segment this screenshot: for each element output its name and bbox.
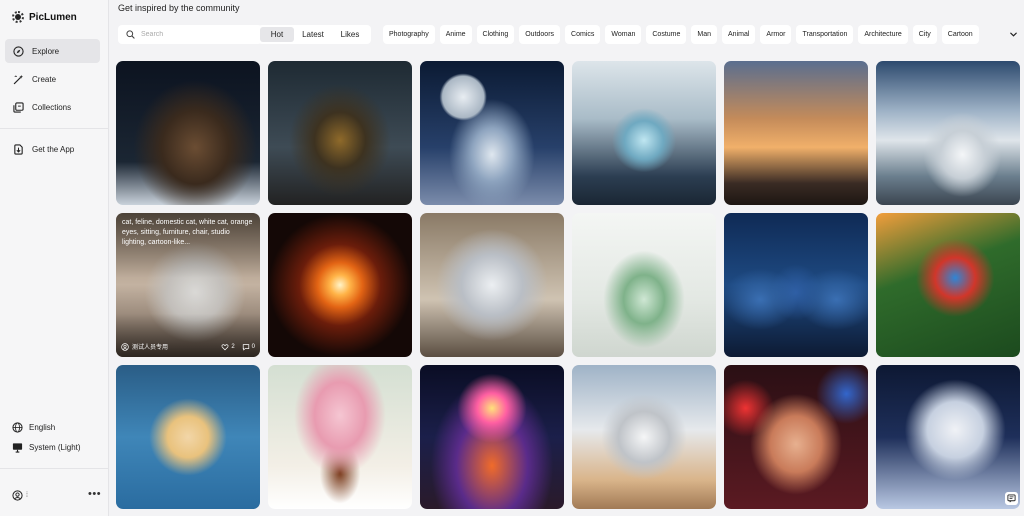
sidebar-divider: [0, 468, 108, 469]
gallery-image-anime-girl-butterflies[interactable]: [116, 365, 260, 509]
tab-hot[interactable]: Hot: [260, 27, 294, 42]
tab-likes[interactable]: Likes: [332, 27, 368, 42]
compass-icon: [13, 45, 24, 57]
tag-outdoors[interactable]: Outdoors: [519, 25, 561, 44]
tag-transportation[interactable]: Transportation: [796, 25, 854, 44]
feedback-icon: [1007, 494, 1016, 503]
brand-name: PicLumen: [29, 11, 77, 23]
tag-cartoon[interactable]: Cartoon: [941, 25, 979, 44]
card-prompt-text: cat, feline, domestic cat, white cat, or…: [122, 219, 253, 246]
tag-architecture[interactable]: Architecture: [858, 25, 908, 44]
card-like-count: 2: [231, 343, 235, 350]
globe-icon: [12, 422, 23, 433]
sidebar-item-label: Create: [32, 74, 57, 84]
gallery-image-parrot[interactable]: [876, 213, 1020, 357]
heart-icon: [221, 343, 229, 350]
gallery-image-eiffel-tower[interactable]: [724, 61, 868, 205]
tag-costume[interactable]: Costume: [646, 25, 687, 44]
gallery-image-violin-flowers[interactable]: [268, 365, 412, 509]
sidebar-item-explore[interactable]: Explore: [5, 39, 100, 63]
monitor-icon: [12, 443, 23, 453]
language-selector[interactable]: English: [12, 422, 55, 433]
tag-animal[interactable]: Animal: [722, 25, 756, 44]
tag-city[interactable]: City: [912, 25, 937, 44]
gallery-image-reindeer[interactable]: [116, 61, 260, 205]
tag-armor[interactable]: Armor: [760, 25, 792, 44]
gallery-image-astronauts[interactable]: [724, 213, 868, 357]
gallery-image-woman-portrait[interactable]: [724, 365, 868, 509]
gallery-image-lab-sphere[interactable]: [572, 61, 716, 205]
image-gallery: cat, feline, domestic cat, white cat, or…: [116, 61, 1020, 509]
language-label: English: [29, 423, 56, 432]
user-avatar-icon: [12, 490, 23, 501]
collections-icon: [13, 101, 24, 113]
chevron-updown-icon: ⁞: [26, 492, 28, 499]
sidebar-divider: [0, 128, 108, 129]
sidebar-item-label: Explore: [32, 46, 60, 56]
search-icon: [126, 30, 135, 39]
sidebar-item-label: Get the App: [32, 144, 75, 154]
sort-tabs: Hot Latest Likes: [258, 25, 371, 44]
chevron-down-icon: [1009, 32, 1017, 37]
gallery-image-moon-woman[interactable]: [420, 61, 564, 205]
main-content: Get inspired by the community Hot Latest…: [110, 0, 1024, 516]
more-options-button[interactable]: •••: [88, 489, 101, 500]
gallery-image-white-cat[interactable]: cat, feline, domestic cat, white cat, or…: [116, 213, 260, 357]
gallery-image-armored-figure[interactable]: [572, 365, 716, 509]
page-title: Get inspired by the community: [118, 3, 240, 13]
tag-comics[interactable]: Comics: [565, 25, 601, 44]
feedback-button[interactable]: [1005, 492, 1018, 505]
account-menu[interactable]: ⁞: [12, 490, 28, 501]
wand-icon: [13, 74, 24, 84]
tag-man[interactable]: Man: [691, 25, 718, 44]
sidebar-item-create[interactable]: Create: [5, 67, 100, 91]
sidebar-item-get-the-app[interactable]: Get the App: [5, 137, 100, 161]
tag-clothing[interactable]: Clothing: [476, 25, 515, 44]
card-author-name: 测试人员专用: [132, 345, 169, 351]
card-comment-count: 0: [251, 343, 255, 350]
gallery-image-gundam-robot[interactable]: [420, 213, 564, 357]
card-like-button[interactable]: 2: [221, 343, 235, 351]
card-author[interactable]: 测试人员专用: [121, 342, 214, 351]
sidebar: PicLumen Explore Create Collections Get …: [0, 0, 109, 516]
card-meta: 测试人员专用 2 0: [121, 342, 255, 351]
gallery-image-terrarium[interactable]: [572, 213, 716, 357]
gallery-image-elf-princess[interactable]: [876, 365, 1020, 509]
tag-anime[interactable]: Anime: [439, 25, 472, 44]
user-avatar-icon: [121, 342, 129, 351]
tag-photography[interactable]: Photography: [383, 25, 435, 44]
card-comment-button[interactable]: 0: [242, 343, 255, 351]
expand-tags-button[interactable]: [1004, 25, 1022, 44]
piclumen-logo-icon: [12, 11, 24, 23]
brand[interactable]: PicLumen: [12, 9, 77, 25]
gallery-image-fireworks[interactable]: [420, 365, 564, 509]
gallery-image-robot-dog[interactable]: [268, 61, 412, 205]
download-app-icon: [14, 143, 23, 155]
tab-latest[interactable]: Latest: [294, 27, 332, 42]
category-tags: Photography Anime Clothing Outdoors Comi…: [383, 25, 979, 44]
gallery-image-bullet-train[interactable]: [876, 61, 1020, 205]
search-bar[interactable]: [118, 25, 262, 44]
theme-selector[interactable]: System (Light): [12, 442, 81, 453]
tag-woman[interactable]: Woman: [605, 25, 642, 44]
search-input[interactable]: [141, 31, 251, 38]
sidebar-item-collections[interactable]: Collections: [5, 95, 100, 119]
comment-icon: [242, 343, 249, 351]
gallery-image-explosion[interactable]: [268, 213, 412, 357]
theme-label: System (Light): [29, 443, 81, 452]
sidebar-item-label: Collections: [32, 102, 72, 112]
